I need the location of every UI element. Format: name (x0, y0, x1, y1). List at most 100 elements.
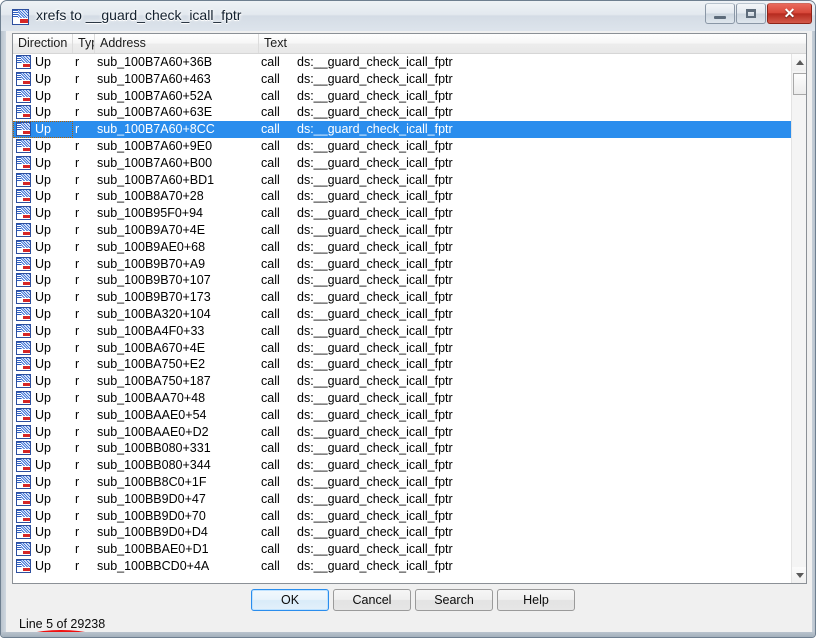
table-row[interactable]: Up r sub_100B9A70+4E call ds:__guard_check_i… (13, 222, 791, 239)
table-row[interactable]: Up r sub_100B7A60+63E call ds:__guard_check_… (13, 104, 791, 121)
cell-type: r (75, 290, 80, 305)
cell-address: sub_100BB9D0+D4 (97, 525, 208, 540)
table-row[interactable]: Up r sub_100B7A60+8CC call ds:__guard_check_… (13, 121, 791, 138)
cell-address: sub_100B7A60+9E0 (97, 138, 213, 153)
cell-type: r (75, 172, 80, 187)
table-row[interactable]: Up r sub_100BBAE0+D1 call ds:__guard_check_i… (13, 541, 791, 558)
table-row[interactable]: Up r sub_100BA320+104 call ds:__guard_check_… (13, 306, 791, 323)
xrefs-list[interactable]: Direction Typ Address Text Up r sub_100B7A… (12, 33, 807, 584)
cell-opcode: call (261, 273, 280, 288)
cell-text: ds:__guard_check_icall_fptr (297, 122, 453, 137)
cell-text: ds:__guard_check_icall_fptr (297, 172, 453, 187)
table-row[interactable]: Up r sub_100BA750+187 call ds:__guard_check_… (13, 373, 791, 390)
column-header-type[interactable]: Typ (73, 34, 95, 53)
cell-direction: Up (35, 558, 51, 573)
scroll-down-arrow-icon (796, 573, 804, 578)
table-row[interactable]: Up r sub_100B9B70+A9 call ds:__guard_check_i… (13, 256, 791, 273)
cell-address: sub_100B7A60+8CC (97, 122, 215, 137)
cell-address: sub_100B7A60+463 (97, 71, 211, 86)
cell-type: r (75, 525, 80, 540)
ok-button[interactable]: OK (251, 589, 329, 611)
cell-text: ds:__guard_check_icall_fptr (297, 424, 453, 439)
table-row[interactable]: Up r sub_100BA4F0+33 call ds:__guard_check_i… (13, 323, 791, 340)
cell-address: sub_100B8A70+28 (97, 189, 204, 204)
cell-address: sub_100B9AE0+68 (97, 239, 206, 254)
cell-opcode: call (261, 357, 280, 372)
cell-direction: Up (35, 323, 51, 338)
table-row[interactable]: Up r sub_100B7A60+52A call ds:__guard_check_… (13, 88, 791, 105)
cell-opcode: call (261, 323, 280, 338)
cell-address: sub_100B95F0+94 (97, 206, 203, 221)
table-row[interactable]: Up r sub_100BB080+331 call ds:__guard_check_… (13, 440, 791, 457)
cell-address: sub_100B7A60+B00 (97, 155, 213, 170)
cell-opcode: call (261, 508, 280, 523)
cell-address: sub_100BAA70+48 (97, 390, 206, 405)
cell-type: r (75, 323, 80, 338)
cell-direction: Up (35, 474, 51, 489)
cell-direction: Up (35, 71, 51, 86)
column-header-text[interactable]: Text (259, 34, 790, 53)
table-row[interactable]: Up r sub_100BB8C0+1F call ds:__guard_check_i… (13, 474, 791, 491)
table-row[interactable]: Up r sub_100BB9D0+47 call ds:__guard_check_i… (13, 491, 791, 508)
table-row[interactable]: Up r sub_100B7A60+B00 call ds:__guard_check_… (13, 155, 791, 172)
title-bar[interactable]: xrefs to __guard_check_icall_fptr ✕ (1, 1, 815, 31)
table-row[interactable]: Up r sub_100B9AE0+68 call ds:__guard_check_i… (13, 239, 791, 256)
table-row[interactable]: Up r sub_100BAAE0+54 call ds:__guard_check_i… (13, 407, 791, 424)
cell-text: ds:__guard_check_icall_fptr (297, 441, 453, 456)
table-row[interactable]: Up r sub_100BB9D0+D4 call ds:__guard_check_i… (13, 524, 791, 541)
cell-address: sub_100BA670+4E (97, 340, 206, 355)
table-row[interactable]: Up r sub_100B7A60+BD1 call ds:__guard_check_… (13, 172, 791, 189)
table-row[interactable]: Up r sub_100BAA70+48 call ds:__guard_check_i… (13, 390, 791, 407)
cell-opcode: call (261, 474, 280, 489)
table-row[interactable]: Up r sub_100BB080+344 call ds:__guard_check_… (13, 457, 791, 474)
cell-opcode: call (261, 407, 280, 422)
cell-type: r (75, 155, 80, 170)
scroll-up-arrow-button[interactable] (792, 54, 806, 71)
table-row[interactable]: Up r sub_100BAAE0+D2 call ds:__guard_check_i… (13, 424, 791, 441)
scroll-down-arrow-button[interactable] (792, 567, 806, 583)
table-row[interactable]: Up r sub_100BA750+E2 call ds:__guard_check_i… (13, 356, 791, 373)
column-header-address[interactable]: Address (95, 34, 259, 53)
cell-direction: Up (35, 105, 51, 120)
maximize-restore-button[interactable] (736, 3, 766, 24)
minimize-button[interactable] (705, 3, 735, 24)
cell-type: r (75, 441, 80, 456)
cancel-button[interactable]: Cancel (333, 589, 411, 611)
cell-type: r (75, 390, 80, 405)
table-row[interactable]: Up r sub_100B9B70+107 call ds:__guard_check_… (13, 272, 791, 289)
cell-opcode: call (261, 441, 280, 456)
table-row[interactable]: Up r sub_100BB9D0+70 call ds:__guard_check_i… (13, 508, 791, 525)
column-header-direction[interactable]: Direction (13, 34, 73, 53)
cell-address: sub_100BA750+187 (97, 374, 211, 389)
search-button[interactable]: Search (415, 589, 493, 611)
scrollbar-thumb[interactable] (793, 73, 806, 95)
help-button[interactable]: Help (497, 589, 575, 611)
cell-opcode: call (261, 222, 280, 237)
table-row[interactable]: Up r sub_100B7A60+36B call ds:__guard_check_… (13, 54, 791, 71)
cell-address: sub_100B7A60+63E (97, 105, 213, 120)
table-row[interactable]: Up r sub_100B9B70+173 call ds:__guard_check_… (13, 289, 791, 306)
cell-opcode: call (261, 424, 280, 439)
cell-direction: Up (35, 458, 51, 473)
scrollbar-track[interactable] (792, 71, 806, 567)
cell-text: ds:__guard_check_icall_fptr (297, 256, 453, 271)
table-row[interactable]: Up r sub_100BBCD0+4A call ds:__guard_check_i… (13, 558, 791, 575)
cell-address: sub_100BB8C0+1F (97, 474, 207, 489)
cell-text: ds:__guard_check_icall_fptr (297, 71, 453, 86)
list-vertical-scrollbar[interactable] (791, 54, 806, 583)
table-row[interactable]: Up r sub_100B7A60+463 call ds:__guard_check_… (13, 71, 791, 88)
table-row[interactable]: Up r sub_100B7A60+9E0 call ds:__guard_check_… (13, 138, 791, 155)
table-row[interactable]: Up r sub_100B8A70+28 call ds:__guard_check_i… (13, 188, 791, 205)
cell-address: sub_100BB080+344 (97, 458, 211, 473)
cell-type: r (75, 71, 80, 86)
cell-opcode: call (261, 122, 280, 137)
table-row[interactable]: Up r sub_100BA670+4E call ds:__guard_check_i… (13, 340, 791, 357)
cell-text: ds:__guard_check_icall_fptr (297, 239, 453, 254)
xrefs-dialog-window: xrefs to __guard_check_icall_fptr ✕ Dire… (0, 0, 816, 638)
cell-direction: Up (35, 222, 51, 237)
table-row[interactable]: Up r sub_100B95F0+94 call ds:__guard_check_i… (13, 205, 791, 222)
cell-direction: Up (35, 374, 51, 389)
cell-opcode: call (261, 189, 280, 204)
cell-address: sub_100BBCD0+4A (97, 558, 210, 573)
close-button[interactable]: ✕ (767, 3, 812, 24)
